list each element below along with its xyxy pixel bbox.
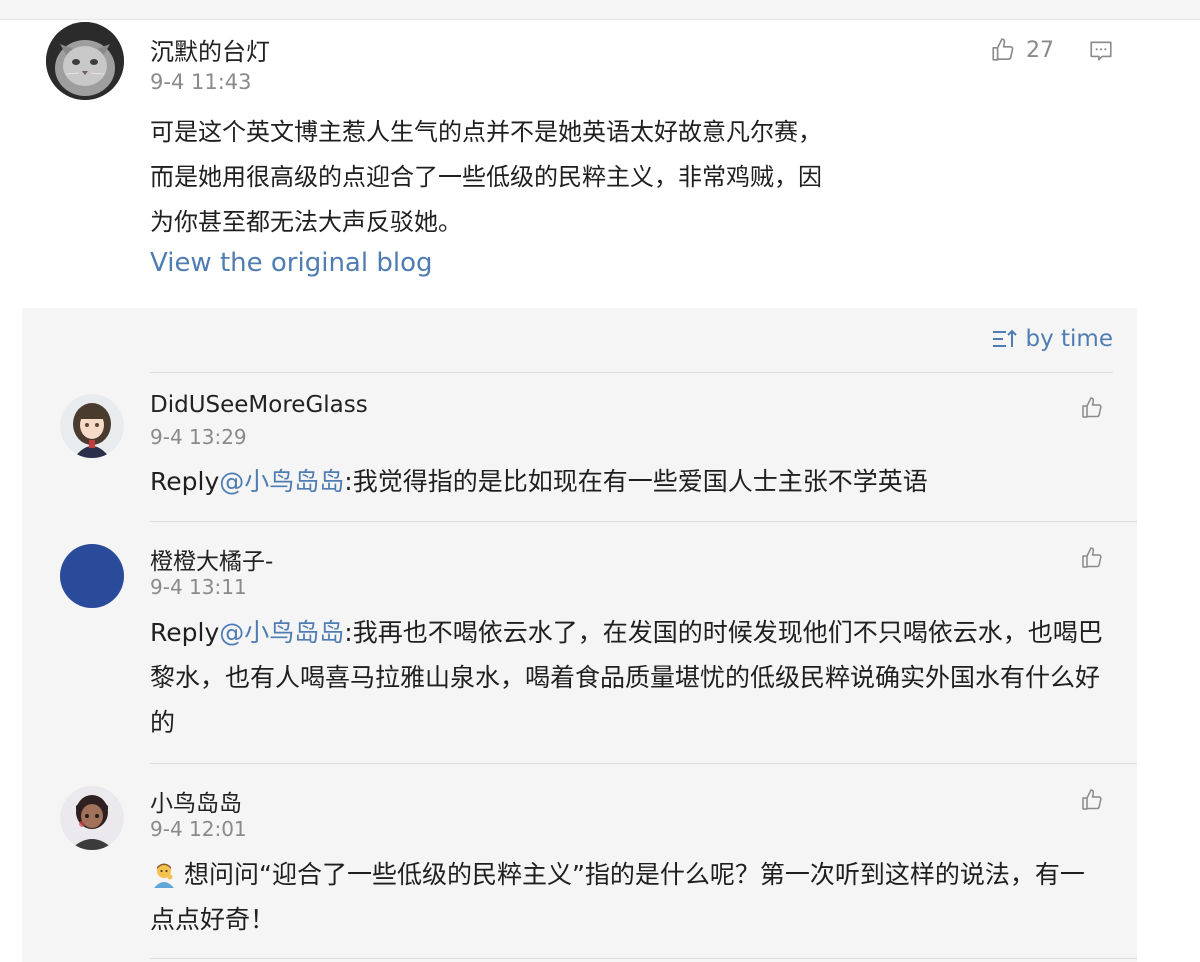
reply-item: 橙橙大橘子- 9-4 13:11 Reply@小鸟岛岛:我再也不喝依云水了，在发… (22, 522, 1137, 764)
avatar[interactable] (60, 544, 124, 608)
reply-author[interactable]: 橙橙大橘子- (150, 542, 273, 576)
thinking-person-emoji (154, 863, 174, 888)
mention-link[interactable]: @小鸟岛岛 (219, 618, 344, 647)
avatar[interactable] (60, 786, 124, 850)
divider (150, 958, 1137, 959)
cat-avatar-image (46, 22, 124, 100)
reply-time: 9-4 13:11 (150, 575, 247, 599)
reply-text: Reply@小鸟岛岛:我再也不喝依云水了，在发国的时候发现他们不只喝依云水，也喝… (150, 610, 1110, 745)
reply-body: 想问问“迎合了一些低级的民粹主义”指的是什么呢？第一次听到这样的说法，有一点点好… (150, 860, 1085, 934)
comment-thread-page: 沉默的台灯 9-4 11:43 27 可是这个英文博主惹人生气的点并不是她英语太… (0, 0, 1200, 962)
reply-item: 小鸟岛岛 9-4 12:01 想问问“迎合了一些低级的民粹主义”指的是什么呢？第… (22, 764, 1137, 960)
sort-icon (992, 329, 1017, 347)
reply-text: 想问问“迎合了一些低级的民粹主义”指的是什么呢？第一次听到这样的说法，有一点点好… (150, 852, 1100, 942)
sort-label: by time (1025, 326, 1114, 352)
reply-time: 9-4 13:29 (150, 425, 247, 449)
thumbs-up-icon (992, 38, 1014, 61)
replies-panel: by time DidUSeeMoreGlass 9-4 13:29 Reply… (22, 308, 1137, 962)
reply-item: DidUSeeMoreGlass 9-4 13:29 Reply@小鸟岛岛:我觉… (22, 372, 1137, 522)
avatar[interactable] (46, 22, 124, 100)
reply-button[interactable] (1088, 38, 1114, 68)
anime-girl-avatar-image (60, 394, 124, 458)
comment-time: 9-4 11:43 (150, 70, 252, 94)
thumbs-up-icon (1082, 789, 1102, 810)
reply-prefix: Reply (150, 467, 220, 496)
avatar[interactable] (60, 394, 124, 458)
like-button[interactable] (1080, 396, 1104, 424)
reply-author[interactable]: DidUSeeMoreGlass (150, 392, 368, 418)
reply-author[interactable]: 小鸟岛岛 (150, 784, 242, 818)
top-strip (0, 0, 1200, 20)
comment-text: 可是这个英文博主惹人生气的点并不是她英语太好故意凡尔赛，而是她用很高级的点迎合了… (150, 118, 822, 236)
like-button[interactable]: 27 (990, 37, 1054, 63)
reply-text: Reply@小鸟岛岛:我觉得指的是比如现在有一些爱国人士主张不学英语 (150, 459, 1110, 504)
main-comment: 沉默的台灯 9-4 11:43 27 可是这个英文博主惹人生气的点并不是她英语太… (0, 20, 1200, 308)
thumbs-up-icon (1082, 547, 1102, 568)
reply-time: 9-4 12:01 (150, 817, 247, 841)
comment-icon (1090, 41, 1112, 61)
like-button[interactable] (1080, 546, 1104, 574)
sort-by-time-button[interactable]: by time (992, 326, 1114, 352)
like-button[interactable] (1080, 788, 1104, 816)
like-count: 27 (1026, 37, 1054, 63)
comment-author[interactable]: 沉默的台灯 (150, 32, 270, 67)
reply-prefix: Reply (150, 618, 220, 647)
thumbs-up-icon (1082, 397, 1102, 418)
reply-body: :我觉得指的是比如现在有一些爱国人士主张不学英语 (344, 467, 928, 496)
mention-link[interactable]: @小鸟岛岛 (219, 467, 344, 496)
person-avatar-image (60, 786, 124, 850)
view-original-link[interactable]: View the original blog (150, 248, 432, 278)
